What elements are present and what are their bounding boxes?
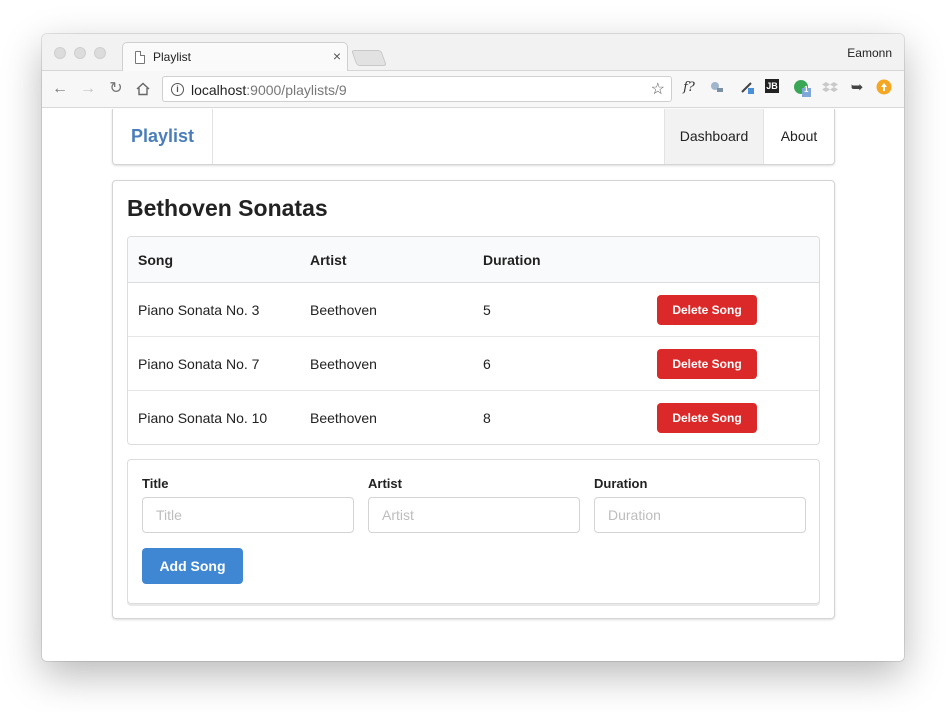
column-header-duration: Duration (483, 252, 541, 268)
brand-link[interactable]: Playlist (113, 109, 213, 164)
table-row: Piano Sonata No. 3 Beethoven 5 Delete So… (128, 283, 819, 337)
tab-title: Playlist (153, 50, 192, 64)
bookmark-star-icon[interactable]: ☆ (651, 79, 665, 99)
delete-song-button[interactable]: Delete Song (657, 349, 757, 379)
window-controls (54, 47, 106, 59)
song-artist: Beethoven (310, 410, 377, 426)
title-field-label: Title (142, 476, 169, 491)
close-window-button[interactable] (54, 47, 66, 59)
playlist-segment: Bethoven Sonatas Song Artist Duration Pi… (112, 180, 835, 619)
page-icon (135, 51, 145, 64)
song-table: Song Artist Duration Piano Sonata No. 3 … (127, 236, 820, 445)
dropbox-icon[interactable] (821, 79, 839, 97)
eyedropper-icon[interactable] (738, 79, 756, 97)
new-tab-button[interactable] (351, 50, 387, 66)
song-title: Piano Sonata No. 10 (138, 410, 268, 426)
song-duration: 6 (483, 356, 491, 372)
tab-strip: Playlist × Eamonn (42, 34, 904, 72)
profile-name[interactable]: Eamonn (847, 46, 892, 60)
function-help-icon[interactable]: f? (680, 79, 698, 97)
page-content: Playlist Dashboard About Bethoven Sonata… (42, 109, 904, 661)
table-row: Piano Sonata No. 10 Beethoven 8 Delete S… (128, 391, 819, 444)
playlist-title: Bethoven Sonatas (127, 195, 328, 221)
maximize-window-button[interactable] (94, 47, 106, 59)
home-icon[interactable] (133, 79, 153, 99)
add-song-form: Title Artist Duration Add Song (127, 459, 820, 604)
minimize-window-button[interactable] (74, 47, 86, 59)
duration-field-label: Duration (594, 476, 648, 491)
url-text[interactable]: localhost:9000/playlists/9 (191, 82, 347, 98)
address-bar[interactable]: i localhost:9000/playlists/9 ☆ (162, 76, 672, 102)
song-title: Piano Sonata No. 3 (138, 302, 260, 318)
top-menu: Playlist Dashboard About (112, 109, 835, 165)
column-header-artist: Artist (310, 252, 347, 268)
duration-input[interactable] (594, 497, 806, 533)
reload-icon[interactable]: ↻ (106, 79, 126, 99)
nav-item-dashboard[interactable]: Dashboard (664, 109, 763, 164)
orange-extension-icon[interactable] (875, 79, 893, 97)
green-extension-icon[interactable]: 1 (793, 79, 811, 97)
song-artist: Beethoven (310, 356, 377, 372)
nav-item-about[interactable]: About (763, 109, 834, 164)
extension-badge: 1 (804, 85, 809, 94)
table-row: Piano Sonata No. 7 Beethoven 6 Delete So… (128, 337, 819, 391)
satellite-icon[interactable] (708, 79, 726, 97)
browser-tab[interactable]: Playlist × (122, 42, 348, 72)
share-arrow-icon[interactable]: ➥ (848, 79, 866, 97)
add-song-button[interactable]: Add Song (142, 548, 243, 584)
delete-song-button[interactable]: Delete Song (657, 295, 757, 325)
tab-close-icon[interactable]: × (333, 48, 341, 64)
delete-song-button[interactable]: Delete Song (657, 403, 757, 433)
song-artist: Beethoven (310, 302, 377, 318)
back-arrow-icon[interactable]: ← (50, 79, 70, 99)
browser-window: Playlist × Eamonn ← → ↻ i localhost:9000… (42, 34, 904, 661)
artist-input[interactable] (368, 497, 580, 533)
table-header: Song Artist Duration (128, 237, 819, 283)
forward-arrow-icon[interactable]: → (78, 79, 98, 99)
jetbrains-icon[interactable]: JB (765, 79, 779, 93)
song-title: Piano Sonata No. 7 (138, 356, 260, 372)
column-header-song: Song (138, 252, 173, 268)
title-input[interactable] (142, 497, 354, 533)
song-duration: 8 (483, 410, 491, 426)
song-duration: 5 (483, 302, 491, 318)
info-icon[interactable]: i (171, 83, 184, 96)
artist-field-label: Artist (368, 476, 402, 491)
browser-toolbar: ← → ↻ i localhost:9000/playlists/9 ☆ f? … (42, 71, 904, 108)
